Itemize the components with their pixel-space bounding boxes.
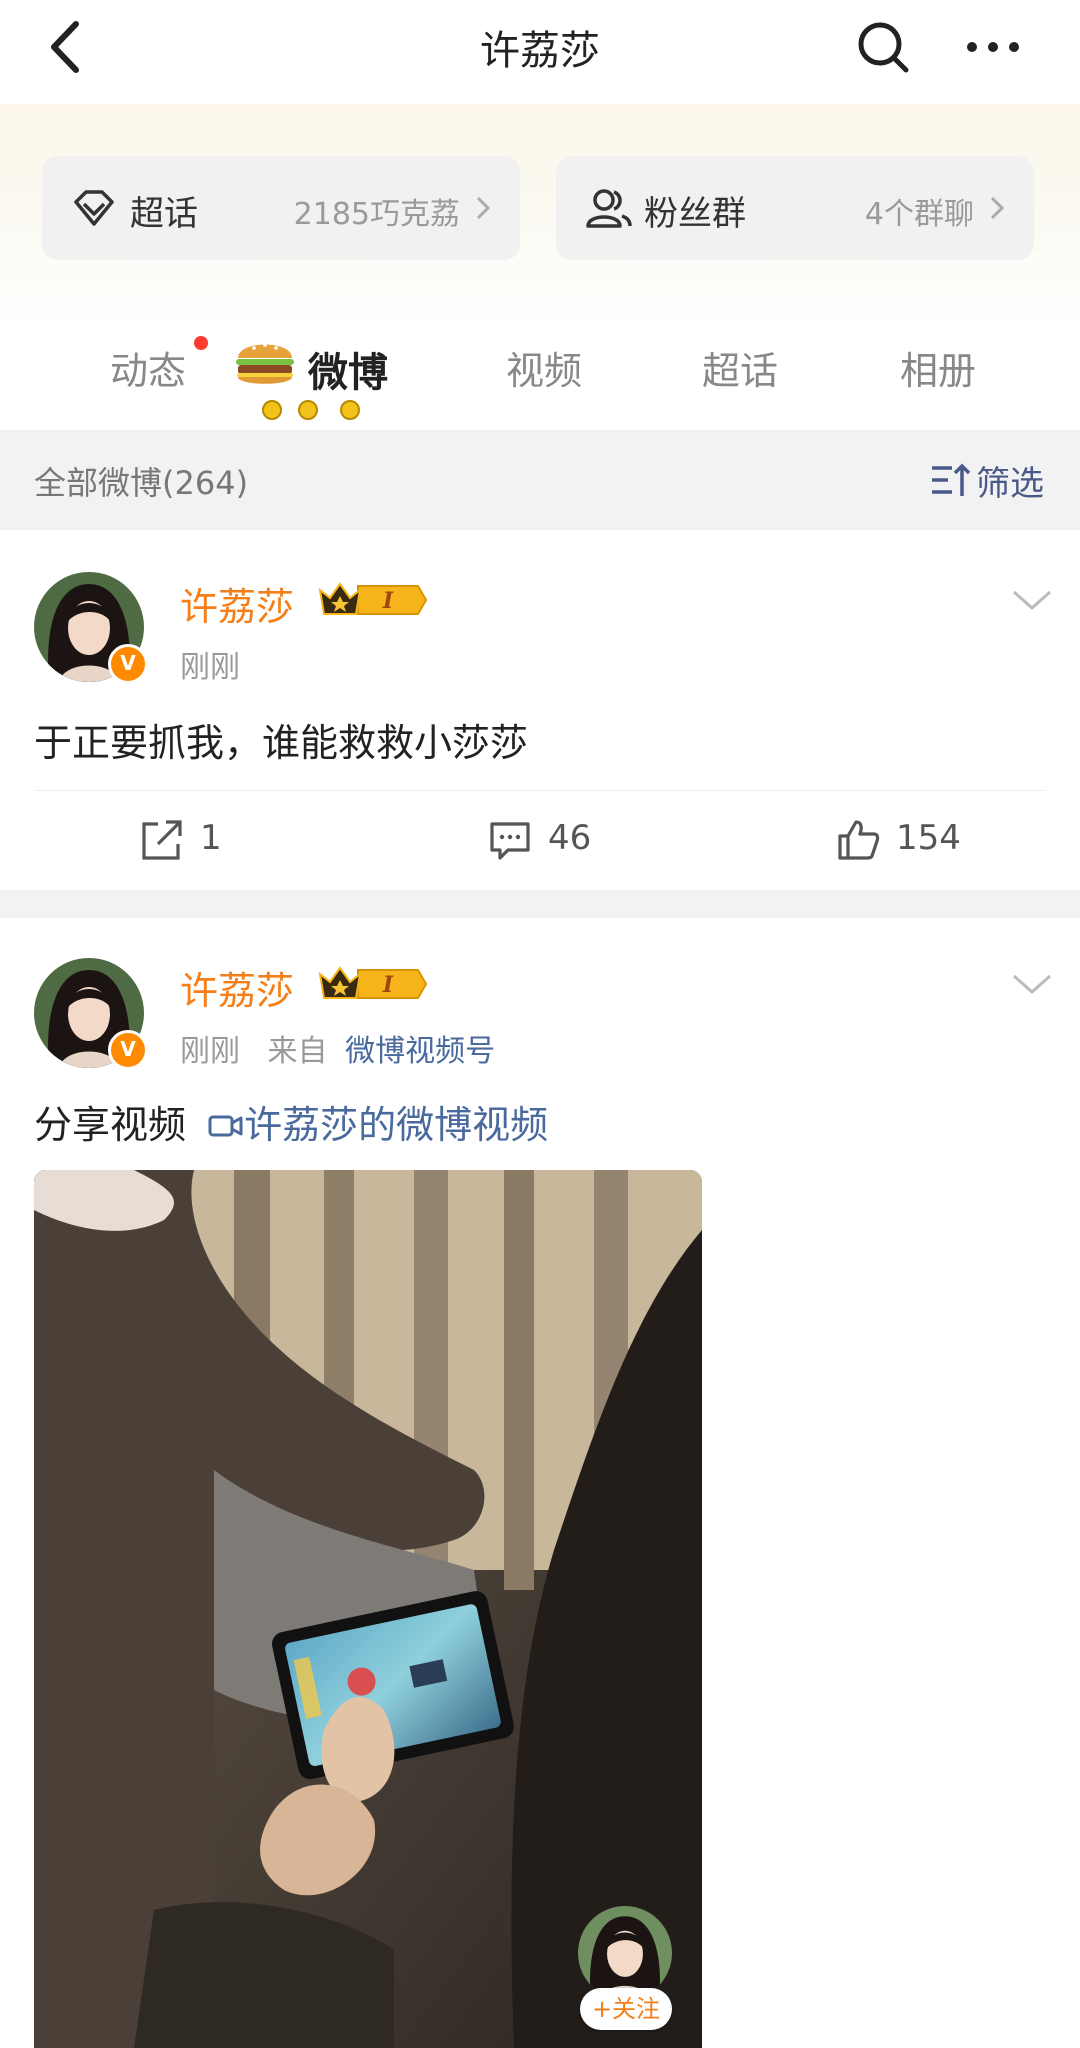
post-text-row: 分享视频 许荔莎的微博视频	[34, 1094, 548, 1149]
filter-icon	[932, 463, 971, 496]
post-time: 刚刚	[180, 650, 240, 685]
chevron-down-icon[interactable]	[1010, 584, 1054, 614]
coin-icon	[262, 400, 282, 420]
verified-badge-icon: V	[108, 1030, 148, 1070]
comment-icon	[490, 822, 530, 860]
fan-group-card[interactable]: 粉丝群 4个群聊	[556, 156, 1034, 260]
diamond-icon	[74, 190, 114, 226]
post-separator	[0, 890, 1080, 918]
supertopic-card[interactable]: 超话 2185巧克荔	[42, 156, 520, 260]
source-link[interactable]: 微博视频号	[345, 1034, 495, 1069]
repost-button[interactable]: 1	[138, 816, 258, 868]
vip-level: I	[382, 972, 394, 998]
tab-supertopic[interactable]: 超话	[702, 340, 778, 395]
thumbs-up-icon	[838, 820, 880, 860]
vip-crown-icon[interactable]: I	[318, 580, 428, 620]
verified-badge-icon: V	[108, 644, 148, 684]
comment-count: 46	[548, 818, 592, 858]
tab-activity[interactable]: 动态	[110, 340, 186, 395]
divider	[34, 790, 1046, 791]
search-icon[interactable]	[850, 14, 916, 80]
tab-weibo[interactable]: 微博	[308, 340, 388, 398]
vip-crown-icon[interactable]: I	[318, 964, 428, 1004]
tab-video[interactable]: 视频	[506, 340, 582, 395]
coin-icon	[298, 400, 318, 420]
video-author-avatar[interactable]	[578, 1906, 672, 2000]
all-weibo-count: 全部微博(264)	[34, 464, 249, 502]
post-author-name[interactable]: 许荔莎	[180, 960, 294, 1015]
video-link[interactable]: 许荔莎的微博视频	[244, 1103, 548, 1147]
post-text: 分享视频	[34, 1103, 187, 1147]
more-icon[interactable]	[958, 14, 1028, 80]
group-icon	[586, 189, 632, 228]
video-camera-icon	[208, 1115, 243, 1137]
supertopic-value: 2185巧克荔	[293, 197, 460, 232]
post-time: 刚刚	[180, 1034, 240, 1069]
follow-button[interactable]: +关注	[580, 1988, 672, 2030]
post-author-name[interactable]: 许荔莎	[180, 576, 294, 631]
post-meta: 刚刚 来自 微博视频号	[180, 1026, 495, 1070]
page-title: 许荔莎	[480, 28, 600, 74]
post-text: 于正要抓我，谁能救救小莎莎	[34, 721, 529, 765]
repost-count: 1	[200, 818, 222, 858]
supertopic-label: 超话	[130, 194, 198, 234]
coin-icon	[340, 400, 360, 420]
vip-level: I	[382, 588, 394, 614]
filter-label: 筛选	[976, 464, 1044, 504]
like-count: 154	[896, 818, 961, 858]
chevron-down-icon[interactable]	[1010, 968, 1054, 998]
filter-button[interactable]: 筛选	[928, 452, 1058, 508]
comment-button[interactable]: 46	[486, 816, 626, 868]
like-button[interactable]: 154	[834, 816, 994, 868]
tab-album[interactable]: 相册	[900, 340, 976, 395]
notification-dot	[194, 336, 208, 350]
share-icon	[142, 820, 182, 860]
burger-icon	[232, 334, 298, 390]
chevron-right-icon	[990, 196, 1005, 220]
fan-group-value: 4个群聊	[864, 197, 974, 232]
chevron-right-icon	[476, 196, 491, 220]
fan-group-label: 粉丝群	[644, 194, 746, 234]
source-prefix: 来自	[267, 1034, 328, 1069]
